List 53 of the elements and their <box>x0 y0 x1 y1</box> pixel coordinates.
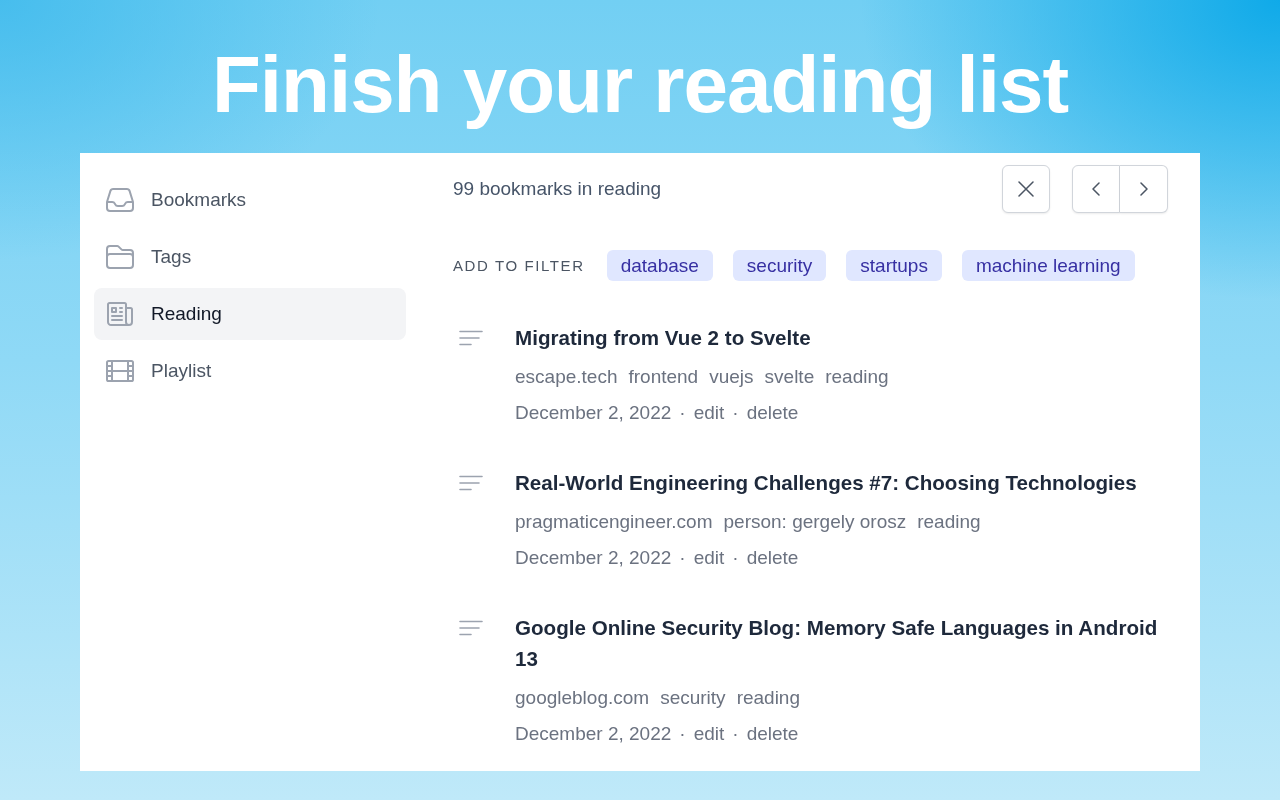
filter-tag[interactable]: security <box>732 250 827 281</box>
separator-dot: · <box>732 401 739 425</box>
sidebar-item[interactable]: Bookmarks <box>94 174 406 226</box>
bookmark-tag[interactable]: reading <box>825 363 889 391</box>
bookmark-count: 99 bookmarks in reading <box>452 178 662 200</box>
bookmark-domain[interactable]: escape.tech <box>515 363 618 391</box>
action-link[interactable]: edit <box>693 720 725 748</box>
filter-label: ADD TO FILTER <box>452 257 585 274</box>
separator-dot: · <box>732 722 739 746</box>
action-link[interactable]: edit <box>693 399 725 427</box>
chevron-left-icon <box>1092 182 1100 196</box>
bookmark-tag[interactable]: person: gergely orosz <box>723 508 907 536</box>
bookmark-tag[interactable]: reading <box>736 684 800 712</box>
bookmark-tag[interactable]: security <box>660 684 726 712</box>
bookmark-domain[interactable]: googleblog.com <box>515 684 650 712</box>
bookmark-tag[interactable]: vuejs <box>709 363 754 391</box>
filter-tag[interactable]: database <box>606 250 713 281</box>
bookmark-tag[interactable]: frontend <box>628 363 699 391</box>
chevron-right-icon <box>1139 182 1148 196</box>
action-link[interactable]: delete <box>746 720 799 748</box>
text-lines-icon <box>459 330 483 346</box>
action-link[interactable]: delete <box>746 544 799 572</box>
film-strip-icon <box>106 359 134 383</box>
newspaper-icon <box>106 302 134 326</box>
bookmark-title[interactable]: Migrating from Vue 2 to Svelte <box>515 322 1168 353</box>
bookmark-date: December 2, 2022 <box>515 722 672 746</box>
separator-dot: · <box>679 722 686 746</box>
text-lines-icon <box>459 475 483 491</box>
inbox-tray-icon <box>106 188 134 212</box>
close-button[interactable] <box>1002 165 1050 213</box>
bookmark-tag[interactable]: reading <box>917 508 981 536</box>
sidebar-item[interactable]: Playlist <box>94 345 406 397</box>
headline: Finish your reading list <box>211 39 1069 130</box>
bookmark-date: December 2, 2022 <box>515 546 672 570</box>
separator-dot: · <box>732 546 739 570</box>
next-button[interactable] <box>1120 165 1168 213</box>
bookmark-domain[interactable]: pragmaticengineer.com <box>515 508 713 536</box>
filter-tag[interactable]: machine learning <box>961 250 1135 281</box>
folder-icon <box>106 245 134 269</box>
bookmark-date: December 2, 2022 <box>515 401 672 425</box>
separator-dot: · <box>679 401 686 425</box>
sidebar-item[interactable]: Tags <box>94 231 406 283</box>
close-icon <box>1018 181 1034 197</box>
action-link[interactable]: delete <box>746 399 799 427</box>
previous-button[interactable] <box>1072 165 1120 213</box>
bookmark-title[interactable]: Real-World Engineering Challenges #7: Choosing Technologies <box>515 467 1168 498</box>
bookmark-title[interactable]: Google Online Security Blog: Memory Safe Languages in Android 13 <box>515 612 1168 674</box>
action-link[interactable]: edit <box>693 544 725 572</box>
text-lines-icon <box>459 620 483 636</box>
sidebar-item[interactable]: Reading <box>94 288 406 340</box>
filter-tag[interactable]: startups <box>846 250 942 281</box>
bookmark-tag[interactable]: svelte <box>764 363 815 391</box>
separator-dot: · <box>679 546 686 570</box>
